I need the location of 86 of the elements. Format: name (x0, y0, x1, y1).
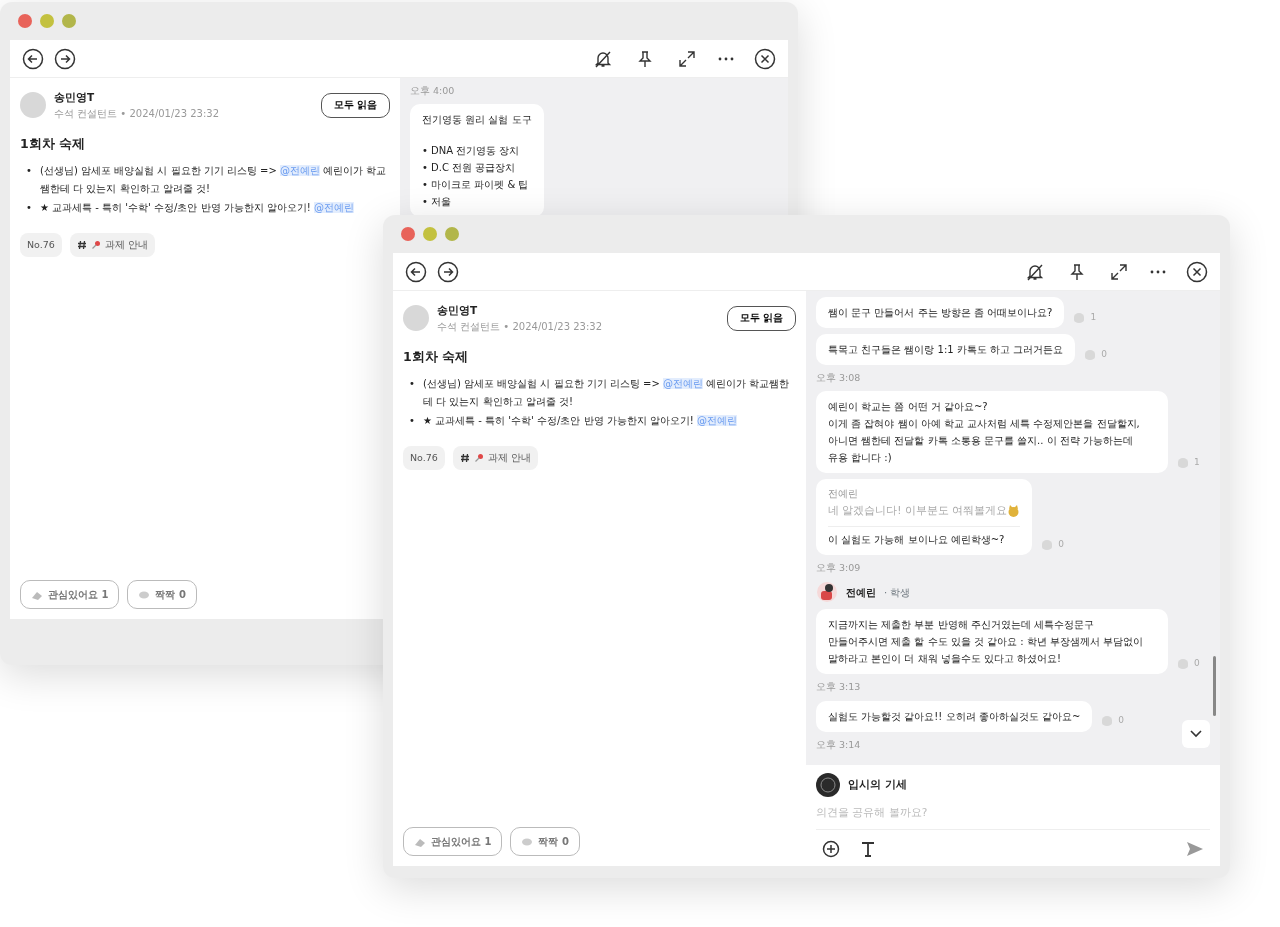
hash-icon (459, 453, 470, 464)
message-time: 오후 3:08 (816, 371, 862, 385)
reaction-count: 1 (1194, 455, 1200, 469)
quoted-sender: 전예린 (828, 487, 859, 502)
message-text: 이게 좀 잡혀야 쌤이 아예 학교 교사처럼 세특 수정제안본을 전달할지, (828, 417, 1141, 432)
reaction-count: 0 (1058, 537, 1064, 551)
clap-button[interactable]: 짝짝 0 (127, 580, 197, 609)
sender-name: 전예린 (846, 586, 876, 600)
plus-icon (822, 840, 840, 858)
message-text: 이 실험도 가능해 보이나요 예린학생~? (828, 533, 1006, 548)
message-text: 실험도 가능할것 같아요!! 오히려 좋아하실것도 같아요~ (828, 709, 1081, 724)
author-name: 송민영T (54, 90, 96, 105)
reaction-icon (1040, 539, 1055, 550)
message-text: • 저울 (422, 195, 453, 210)
message-time: 오후 3:13 (816, 680, 862, 695)
number-tag[interactable]: No.76 (20, 233, 62, 258)
message-text: 쌤이 문구 만들어서 주는 방향은 좀 어때보이나요? (828, 306, 1053, 320)
message-text: 아니면 쌤한테 전달할 카톡 소통용 문구를 쓸지.. 이 전략 가능하는데 유용 합니다 :) (828, 434, 1134, 466)
community-name: 입시의 기세 (848, 777, 907, 793)
channel-tag[interactable]: 과제 안내 (452, 446, 538, 471)
reaction-icon (1176, 457, 1190, 468)
message-text: • DNA 전기영동 장치 (422, 144, 521, 159)
close-icon (1186, 260, 1208, 283)
post-bullet-text: ★ 교과세특 - 특히 '수학' 수정/초안 반영 가능한지 알아오기! @전예린 (40, 200, 355, 215)
message-text: • 마이크로 파이펫 & 팁 (422, 178, 530, 193)
channel-tag[interactable]: 과제 안내 (69, 233, 155, 258)
message-time: 오후 3:09 (816, 561, 862, 576)
post-meta: 수석 컨설턴트 • 2024/01/23 23:32 (54, 106, 221, 121)
reaction-count: 0 (1101, 347, 1107, 361)
arrow-left-icon (22, 47, 44, 70)
interest-button[interactable]: 관심있어요 1 (20, 580, 120, 609)
comment-composer[interactable]: 입시의 기세 의견을 공유해 볼까요? (806, 765, 1220, 866)
student-avatar-icon (816, 581, 838, 604)
reaction-count: 1 (1090, 310, 1097, 324)
reaction-icon (1176, 658, 1190, 670)
traffic-light-icon[interactable] (18, 14, 32, 28)
add-attachment-button[interactable] (820, 838, 842, 860)
post-bullet-text: ★ 교과세특 - 특히 '수학' 수정/초안 반영 가능한지 알아오기! @전예린 (423, 413, 738, 428)
post-title: 1회차 숙제 (20, 134, 87, 153)
avatar-icon (20, 92, 46, 119)
reaction-icon (1100, 715, 1115, 727)
number-tag[interactable]: No.76 (403, 446, 445, 471)
message-text: 특목고 친구들은 쌤이랑 1:1 카톡도 하고 그러거든요 (828, 343, 1064, 357)
post-bullet-text: (선생님) 암세포 배양실험 시 필요한 기기 리스팅 => @전예린 예린이가 학교쌤한테 다 있는지 확인하고 알려줄 것! (423, 376, 791, 409)
message-time: 오후 4:00 (410, 84, 456, 98)
post-title: 1회차 숙제 (403, 347, 470, 366)
scroll-down-button[interactable] (1182, 720, 1210, 748)
reaction-icon (1072, 311, 1087, 323)
bullet-marker: • (409, 376, 416, 391)
message-text: 지금까지는 제출한 부분 반영해 주신거였는데 세특수정문구 만들어주시면 제출 할 수도 있을 것 같아요 : 학년 부장샘께서 부담없이 말하라고 본인이 더 채워 넣을수도 있다고 하셨어요! (828, 618, 1145, 667)
more-icon (1150, 269, 1166, 274)
community-logo-icon (816, 773, 840, 798)
chevron-down-icon (1189, 729, 1203, 739)
message-time: 오후 3:14 (816, 737, 862, 752)
cat-face-icon (1007, 505, 1021, 518)
avatar-icon (403, 305, 429, 332)
hash-icon (76, 240, 87, 251)
arrow-right-icon (54, 47, 76, 70)
message-title: 전기영동 원리 실험 도구 (422, 113, 532, 128)
clap-button[interactable]: 짝짝 0 (510, 827, 580, 856)
reaction-count: 0 (1194, 657, 1200, 670)
text-icon (860, 840, 876, 858)
arrow-left-icon (405, 260, 427, 283)
post-meta: 수석 컨설턴트 • 2024/01/23 23:32 (437, 319, 604, 334)
traffic-light-icon[interactable] (401, 227, 415, 241)
message-text: • D.C 전원 공급장치 (422, 161, 517, 176)
read-all-button[interactable]: 모두 읽음 (320, 93, 390, 118)
send-icon (1186, 841, 1204, 857)
reaction-icon (1083, 348, 1098, 360)
post-bullet-text: (선생님) 암세포 배양실험 시 필요한 기기 리스팅 => @전예린 예린이가 학교쌤한테 다 있는지 확인하고 알려줄 것! (40, 163, 388, 196)
read-all-button[interactable]: 모두 읽음 (726, 306, 796, 331)
bullet-marker: • (26, 200, 33, 215)
bullet-marker: • (409, 413, 416, 428)
arrow-right-icon (437, 260, 459, 283)
bullet-marker: • (26, 163, 33, 178)
author-name: 송민영T (437, 303, 479, 318)
message-text: 예린이 학교는 쫌 어떤 거 같아요~? (828, 400, 989, 415)
interest-button[interactable]: 관심있어요 1 (403, 827, 503, 856)
scrollbar-thumb[interactable] (1213, 656, 1216, 716)
close-icon (754, 47, 776, 70)
pushpin-icon (90, 240, 101, 251)
reaction-count: 0 (1118, 714, 1125, 728)
quoted-message: 네 알겠습니다! 이부분도 여쭤볼게요 (828, 503, 1008, 519)
more-icon (718, 56, 734, 61)
pushpin-icon (473, 453, 484, 464)
sender-role: · 학생 (884, 586, 911, 600)
